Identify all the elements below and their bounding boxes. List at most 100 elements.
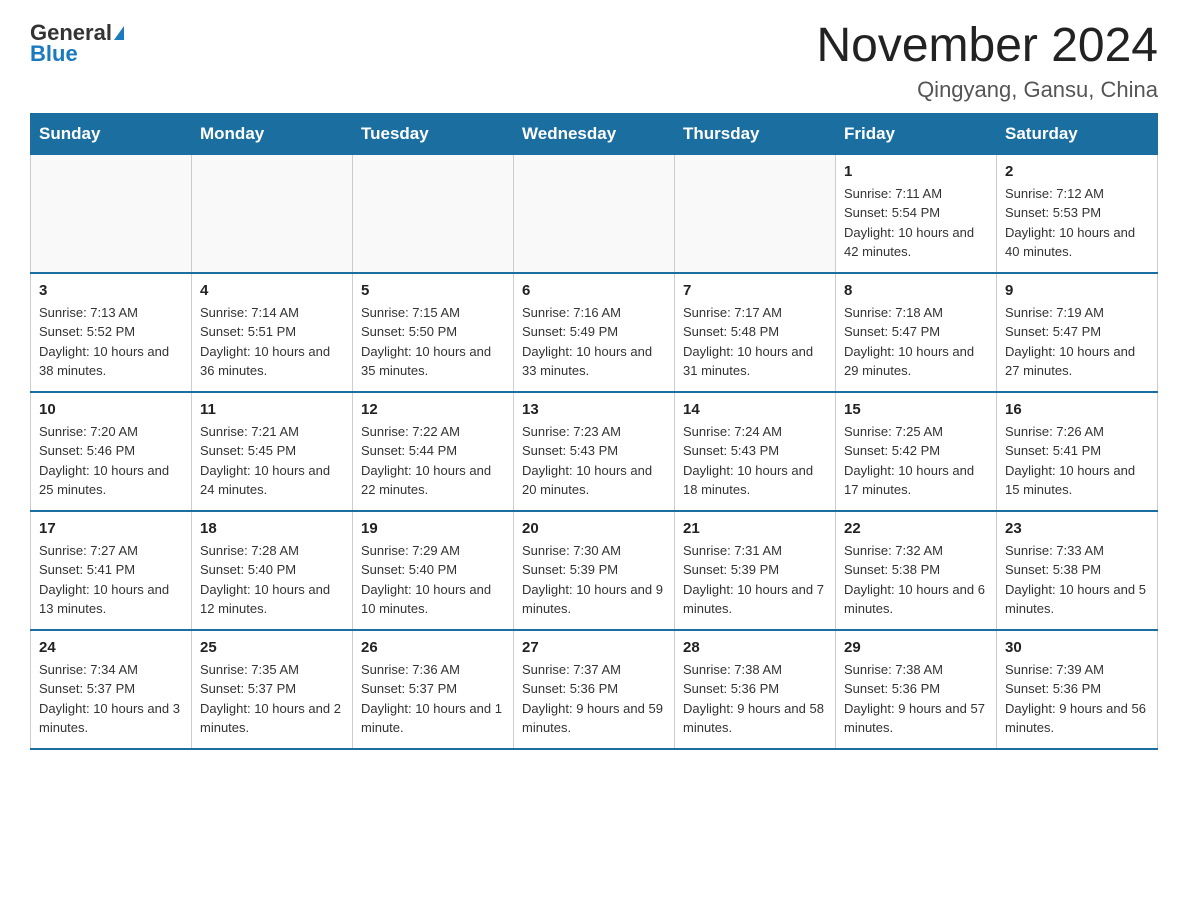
calendar-cell: 16 Sunrise: 7:26 AM Sunset: 5:41 PM Dayli… xyxy=(997,392,1158,511)
day-info: Sunrise: 7:32 AM Sunset: 5:38 PM Dayligh… xyxy=(844,541,988,619)
day-number: 1 xyxy=(844,163,988,180)
logo: General Blue xyxy=(30,20,124,67)
day-number: 22 xyxy=(844,520,988,537)
day-number: 30 xyxy=(1005,639,1149,656)
calendar-cell: 21 Sunrise: 7:31 AM Sunset: 5:39 PM Dayli… xyxy=(675,511,836,630)
day-number: 26 xyxy=(361,639,505,656)
calendar-cell: 15 Sunrise: 7:25 AM Sunset: 5:42 PM Dayli… xyxy=(836,392,997,511)
day-number: 19 xyxy=(361,520,505,537)
day-number: 21 xyxy=(683,520,827,537)
calendar-cell: 24Sunrise: 7:34 AM Sunset: 5:37 PM Dayli… xyxy=(31,630,192,749)
title-block: November 2024 Qingyang, Gansu, China xyxy=(816,20,1158,103)
header-cell-friday: Friday xyxy=(836,113,997,154)
day-number: 7 xyxy=(683,282,827,299)
logo-triangle-icon xyxy=(114,26,124,40)
day-number: 2 xyxy=(1005,163,1149,180)
day-number: 16 xyxy=(1005,401,1149,418)
header-cell-sunday: Sunday xyxy=(31,113,192,154)
calendar-cell: 5 Sunrise: 7:15 AM Sunset: 5:50 PM Daylig… xyxy=(353,273,514,392)
calendar-cell xyxy=(514,154,675,273)
calendar-cell: 27Sunrise: 7:37 AM Sunset: 5:36 PM Dayli… xyxy=(514,630,675,749)
calendar-cell: 11Sunrise: 7:21 AM Sunset: 5:45 PM Dayli… xyxy=(192,392,353,511)
day-number: 5 xyxy=(361,282,505,299)
day-info: Sunrise: 7:22 AM Sunset: 5:44 PM Dayligh… xyxy=(361,422,505,500)
day-number: 12 xyxy=(361,401,505,418)
calendar-cell: 17Sunrise: 7:27 AM Sunset: 5:41 PM Dayli… xyxy=(31,511,192,630)
day-info: Sunrise: 7:11 AM Sunset: 5:54 PM Dayligh… xyxy=(844,184,988,262)
day-info: Sunrise: 7:15 AM Sunset: 5:50 PM Dayligh… xyxy=(361,303,505,381)
calendar-body: 1 Sunrise: 7:11 AM Sunset: 5:54 PM Daylig… xyxy=(31,154,1158,749)
day-number: 23 xyxy=(1005,520,1149,537)
day-info: Sunrise: 7:17 AM Sunset: 5:48 PM Dayligh… xyxy=(683,303,827,381)
calendar-cell: 14 Sunrise: 7:24 AM Sunset: 5:43 PM Dayli… xyxy=(675,392,836,511)
day-info: Sunrise: 7:36 AM Sunset: 5:37 PM Dayligh… xyxy=(361,660,505,738)
calendar-table: SundayMondayTuesdayWednesdayThursdayFrid… xyxy=(30,113,1158,750)
calendar-cell: 28Sunrise: 7:38 AM Sunset: 5:36 PM Dayli… xyxy=(675,630,836,749)
day-number: 24 xyxy=(39,639,183,656)
calendar-cell: 12 Sunrise: 7:22 AM Sunset: 5:44 PM Dayli… xyxy=(353,392,514,511)
calendar-cell: 10 Sunrise: 7:20 AM Sunset: 5:46 PM Dayli… xyxy=(31,392,192,511)
calendar-header: SundayMondayTuesdayWednesdayThursdayFrid… xyxy=(31,113,1158,154)
calendar-cell: 9 Sunrise: 7:19 AM Sunset: 5:47 PM Daylig… xyxy=(997,273,1158,392)
calendar-cell xyxy=(192,154,353,273)
header-cell-tuesday: Tuesday xyxy=(353,113,514,154)
calendar-title: November 2024 xyxy=(816,20,1158,73)
day-info: Sunrise: 7:29 AM Sunset: 5:40 PM Dayligh… xyxy=(361,541,505,619)
day-info: Sunrise: 7:12 AM Sunset: 5:53 PM Dayligh… xyxy=(1005,184,1149,262)
day-info: Sunrise: 7:27 AM Sunset: 5:41 PM Dayligh… xyxy=(39,541,183,619)
day-number: 9 xyxy=(1005,282,1149,299)
calendar-week-1: 1 Sunrise: 7:11 AM Sunset: 5:54 PM Daylig… xyxy=(31,154,1158,273)
day-info: Sunrise: 7:26 AM Sunset: 5:41 PM Dayligh… xyxy=(1005,422,1149,500)
calendar-cell: 1 Sunrise: 7:11 AM Sunset: 5:54 PM Daylig… xyxy=(836,154,997,273)
day-info: Sunrise: 7:19 AM Sunset: 5:47 PM Dayligh… xyxy=(1005,303,1149,381)
header-cell-saturday: Saturday xyxy=(997,113,1158,154)
day-number: 25 xyxy=(200,639,344,656)
calendar-cell: 29Sunrise: 7:38 AM Sunset: 5:36 PM Dayli… xyxy=(836,630,997,749)
header-cell-thursday: Thursday xyxy=(675,113,836,154)
day-number: 18 xyxy=(200,520,344,537)
calendar-cell: 7 Sunrise: 7:17 AM Sunset: 5:48 PM Daylig… xyxy=(675,273,836,392)
calendar-cell: 13Sunrise: 7:23 AM Sunset: 5:43 PM Dayli… xyxy=(514,392,675,511)
day-info: Sunrise: 7:21 AM Sunset: 5:45 PM Dayligh… xyxy=(200,422,344,500)
logo-blue-text: Blue xyxy=(30,41,78,67)
calendar-cell: 26 Sunrise: 7:36 AM Sunset: 5:37 PM Dayli… xyxy=(353,630,514,749)
calendar-week-3: 10 Sunrise: 7:20 AM Sunset: 5:46 PM Dayli… xyxy=(31,392,1158,511)
day-number: 28 xyxy=(683,639,827,656)
calendar-cell: 3Sunrise: 7:13 AM Sunset: 5:52 PM Daylig… xyxy=(31,273,192,392)
calendar-week-2: 3Sunrise: 7:13 AM Sunset: 5:52 PM Daylig… xyxy=(31,273,1158,392)
day-info: Sunrise: 7:14 AM Sunset: 5:51 PM Dayligh… xyxy=(200,303,344,381)
calendar-cell: 19 Sunrise: 7:29 AM Sunset: 5:40 PM Dayli… xyxy=(353,511,514,630)
day-info: Sunrise: 7:30 AM Sunset: 5:39 PM Dayligh… xyxy=(522,541,666,619)
day-info: Sunrise: 7:24 AM Sunset: 5:43 PM Dayligh… xyxy=(683,422,827,500)
calendar-cell xyxy=(353,154,514,273)
calendar-cell: 6 Sunrise: 7:16 AM Sunset: 5:49 PM Daylig… xyxy=(514,273,675,392)
calendar-week-5: 24Sunrise: 7:34 AM Sunset: 5:37 PM Dayli… xyxy=(31,630,1158,749)
header-cell-wednesday: Wednesday xyxy=(514,113,675,154)
page-header: General Blue November 2024 Qingyang, Gan… xyxy=(30,20,1158,103)
day-number: 14 xyxy=(683,401,827,418)
calendar-cell: 22 Sunrise: 7:32 AM Sunset: 5:38 PM Dayli… xyxy=(836,511,997,630)
day-number: 4 xyxy=(200,282,344,299)
calendar-cell: 23Sunrise: 7:33 AM Sunset: 5:38 PM Dayli… xyxy=(997,511,1158,630)
day-info: Sunrise: 7:20 AM Sunset: 5:46 PM Dayligh… xyxy=(39,422,183,500)
calendar-cell: 18 Sunrise: 7:28 AM Sunset: 5:40 PM Dayli… xyxy=(192,511,353,630)
day-number: 15 xyxy=(844,401,988,418)
calendar-cell: 30Sunrise: 7:39 AM Sunset: 5:36 PM Dayli… xyxy=(997,630,1158,749)
calendar-week-4: 17Sunrise: 7:27 AM Sunset: 5:41 PM Dayli… xyxy=(31,511,1158,630)
day-number: 6 xyxy=(522,282,666,299)
calendar-cell: 8Sunrise: 7:18 AM Sunset: 5:47 PM Daylig… xyxy=(836,273,997,392)
day-info: Sunrise: 7:38 AM Sunset: 5:36 PM Dayligh… xyxy=(844,660,988,738)
day-info: Sunrise: 7:31 AM Sunset: 5:39 PM Dayligh… xyxy=(683,541,827,619)
day-number: 8 xyxy=(844,282,988,299)
calendar-cell: 20 Sunrise: 7:30 AM Sunset: 5:39 PM Dayli… xyxy=(514,511,675,630)
day-number: 10 xyxy=(39,401,183,418)
day-info: Sunrise: 7:37 AM Sunset: 5:36 PM Dayligh… xyxy=(522,660,666,738)
calendar-cell: 4 Sunrise: 7:14 AM Sunset: 5:51 PM Daylig… xyxy=(192,273,353,392)
day-info: Sunrise: 7:23 AM Sunset: 5:43 PM Dayligh… xyxy=(522,422,666,500)
day-info: Sunrise: 7:16 AM Sunset: 5:49 PM Dayligh… xyxy=(522,303,666,381)
calendar-cell xyxy=(31,154,192,273)
day-info: Sunrise: 7:25 AM Sunset: 5:42 PM Dayligh… xyxy=(844,422,988,500)
day-info: Sunrise: 7:28 AM Sunset: 5:40 PM Dayligh… xyxy=(200,541,344,619)
calendar-cell: 2 Sunrise: 7:12 AM Sunset: 5:53 PM Daylig… xyxy=(997,154,1158,273)
day-number: 20 xyxy=(522,520,666,537)
